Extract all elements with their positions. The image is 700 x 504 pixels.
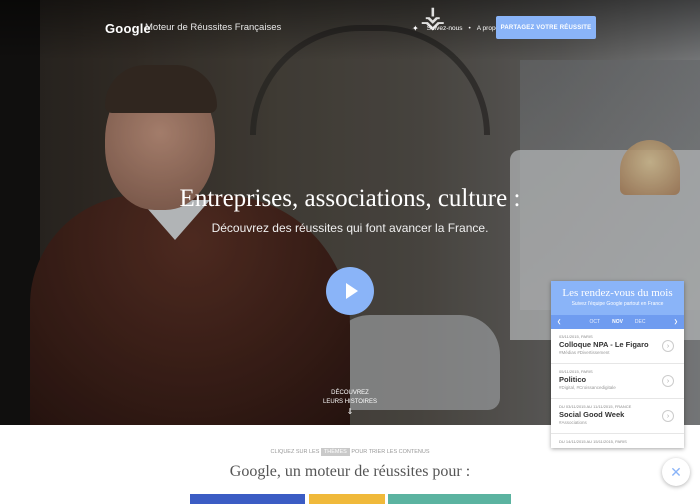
section-title: Google, un moteur de réussites pour : [229, 463, 471, 480]
themes-badge[interactable]: THÈMES [320, 448, 350, 456]
chevron-right-icon[interactable]: ❯ [674, 319, 678, 325]
hero-headline: Entreprises, associations, culture : [179, 185, 521, 212]
follow-link[interactable]: Suivez-nous [427, 25, 463, 32]
share-success-button[interactable]: PARTAGEZ VOTRE RÉUSSITE [496, 16, 596, 39]
sort-hint-before: CLIQUEZ SUR LES [270, 449, 320, 455]
arrow-down-icon: ⇓ [346, 407, 354, 416]
site-subtitle: Moteur de Réussites Françaises [145, 22, 282, 33]
event-name: Politico [559, 375, 587, 384]
event-date: 05/11/2015, PARIS [559, 369, 593, 374]
month-nov[interactable]: NOV [612, 319, 623, 325]
hero-subline: Découvrez des réussites qui font avancer… [211, 221, 489, 235]
month-dec[interactable]: DEC [635, 319, 646, 325]
chevron-right-icon[interactable]: › [662, 340, 674, 352]
discover-line1: DÉCOUVREZ [331, 390, 369, 396]
chevron-right-icon[interactable]: › [662, 375, 674, 387]
event-tags: #Digital, #Croissancedigitale [559, 385, 616, 390]
events-panel-subtitle: Suivez l'équipe Google partout en France [571, 301, 664, 307]
event-name: Social Good Week [559, 410, 625, 419]
play-video-button[interactable] [326, 267, 374, 315]
event-date: DU 03/11/2015 AU 11/11/2015, FRANCE [559, 404, 632, 409]
theme-chip-1[interactable] [190, 494, 305, 504]
chevron-right-icon[interactable]: › [662, 410, 674, 422]
top-nav: ✦ Suivez-nous • A propos [412, 24, 502, 33]
event-tags: #Associations [559, 420, 587, 425]
event-tags: #Médias #Divertissement [559, 350, 610, 355]
twitter-icon[interactable]: ✦ [412, 24, 419, 33]
event-item[interactable]: 05/11/2015, PARIS Politico #Digital, #Cr… [551, 364, 684, 399]
event-item[interactable]: DU 03/11/2015 AU 11/11/2015, FRANCE Soci… [551, 399, 684, 434]
month-selector: ❮ OCT NOV DEC ❯ [551, 315, 684, 329]
sort-hint: CLIQUEZ SUR LES THÈMES POUR TRIER LES CO… [0, 448, 700, 456]
sort-hint-after: POUR TRIER LES CONTENUS [351, 449, 430, 455]
event-item[interactable]: 03/11/2015, PARIS Colloque NPA - Le Figa… [551, 329, 684, 364]
close-icon: ✕ [670, 463, 682, 480]
discover-stories-link[interactable]: DÉCOUVREZ LEURS HISTOIRES ⇓ [320, 389, 380, 416]
theme-chip-2[interactable] [309, 494, 385, 504]
event-item[interactable]: DU 14/11/2015 AU 15/11/2015, PARIS [551, 434, 684, 448]
events-panel-header: Les rendez-vous du mois Suivez l'équipe … [551, 281, 684, 315]
theme-chip-3[interactable] [388, 494, 511, 504]
month-oct[interactable]: OCT [590, 319, 601, 325]
event-date: DU 14/11/2015 AU 15/11/2015, PARIS [559, 439, 627, 444]
event-name: Colloque NPA - Le Figaro [559, 340, 649, 349]
event-date: 03/11/2015, PARIS [559, 334, 593, 339]
nav-separator-icon: • [468, 25, 471, 32]
play-icon [346, 283, 358, 299]
close-panel-button[interactable]: ✕ [662, 458, 690, 486]
events-panel-title: Les rendez-vous du mois [562, 287, 673, 299]
discover-line2: LEURS HISTOIRES [323, 399, 377, 405]
chevron-left-icon[interactable]: ❮ [557, 319, 561, 325]
events-panel: Les rendez-vous du mois Suivez l'équipe … [551, 281, 684, 448]
